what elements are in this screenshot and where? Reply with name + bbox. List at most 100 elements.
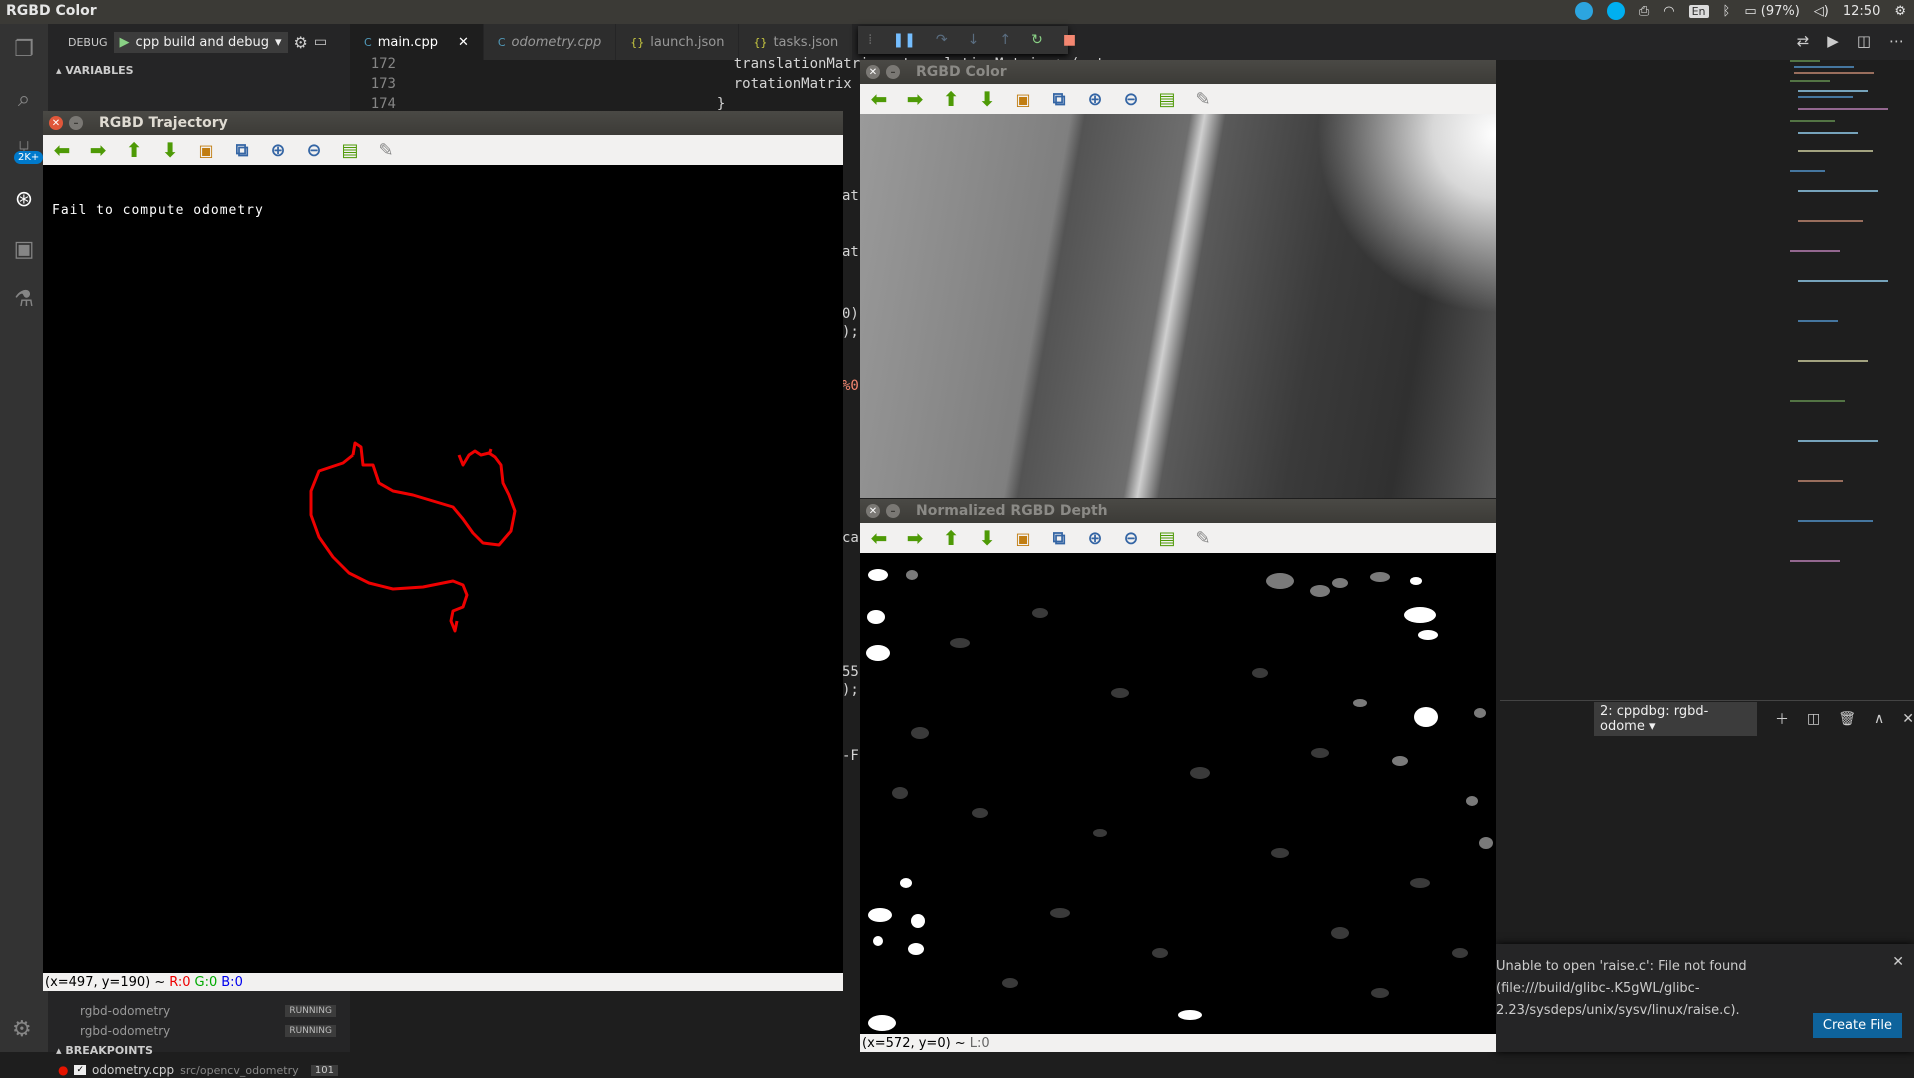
wifi-icon[interactable]: ◠ bbox=[1663, 4, 1674, 19]
split-terminal-icon[interactable]: ◫ bbox=[1807, 711, 1820, 727]
clock[interactable]: 12:50 bbox=[1843, 4, 1880, 19]
window-minimize-icon[interactable]: – bbox=[886, 504, 900, 518]
tab-tasks-json[interactable]: {} tasks.json bbox=[739, 24, 854, 60]
properties-icon[interactable]: ✎ bbox=[1190, 525, 1216, 551]
zoom-in-icon[interactable]: ⊕ bbox=[1082, 86, 1108, 112]
terminal-select[interactable]: 2: cppdbg: rgbd-odome ▾ bbox=[1594, 701, 1757, 736]
printer-icon[interactable]: ⎙ bbox=[1639, 4, 1649, 19]
stop-icon[interactable]: ■ bbox=[1063, 32, 1076, 48]
telegram-icon[interactable] bbox=[1574, 2, 1593, 20]
step-into-icon[interactable]: ↓ bbox=[968, 32, 980, 48]
line-number: 172 bbox=[370, 56, 396, 72]
pan-left-icon[interactable]: ⬅ bbox=[49, 137, 75, 163]
tab-odometry-cpp[interactable]: C odometry.cpp bbox=[483, 24, 617, 60]
pan-down-icon[interactable]: ⬇ bbox=[974, 86, 1000, 112]
window-titlebar[interactable]: ✕ – Normalized RGBD Depth bbox=[860, 499, 1496, 523]
zoom-out-icon[interactable]: ⊖ bbox=[1118, 86, 1144, 112]
close-icon[interactable]: ✕ bbox=[1892, 954, 1904, 970]
zoom-in-icon[interactable]: ⊕ bbox=[265, 137, 291, 163]
restart-icon[interactable]: ↻ bbox=[1031, 32, 1043, 48]
tab-launch-json[interactable]: {} launch.json bbox=[616, 24, 740, 60]
skype-icon[interactable] bbox=[1606, 2, 1625, 20]
trash-icon[interactable]: 🗑 bbox=[1838, 711, 1856, 727]
trajectory-window: ✕ – RGBD Trajectory ⬅ ➡ ⬆ ⬇ ▣ ⧉ ⊕ ⊖ ▤ ✎ … bbox=[43, 111, 843, 991]
pan-right-icon[interactable]: ➡ bbox=[85, 137, 111, 163]
power-gear-icon[interactable]: ⚙ bbox=[1894, 4, 1906, 19]
close-panel-icon[interactable]: ✕ bbox=[1902, 711, 1914, 727]
panel-titlebar: 2: cppdbg: rgbd-odome ▾ ＋ ◫ 🗑 ∧ ✕ bbox=[1500, 700, 1914, 736]
thread-name: rgbd-odometry bbox=[80, 1024, 171, 1038]
debug-toolbar: DEBUG ▶ cpp build and debug ▾ ⚙ ▭ bbox=[48, 24, 350, 60]
zoom-fit-icon[interactable]: ⧉ bbox=[1046, 86, 1072, 112]
zoom-original-icon[interactable]: ▣ bbox=[1010, 86, 1036, 112]
window-minimize-icon[interactable]: – bbox=[69, 116, 83, 130]
extensions-icon[interactable]: ▣ bbox=[0, 224, 48, 274]
zoom-out-icon[interactable]: ⊖ bbox=[301, 137, 327, 163]
debug-console-icon[interactable]: ▭ bbox=[314, 34, 327, 50]
thread-item[interactable]: rgbd-odometry RUNNING bbox=[48, 1004, 350, 1022]
variables-section-header[interactable]: ▴ VARIABLES bbox=[48, 60, 350, 81]
thread-status: RUNNING bbox=[285, 1025, 336, 1037]
compare-icon[interactable]: ⇄ bbox=[1797, 32, 1810, 50]
volume-icon[interactable]: ◁) bbox=[1814, 4, 1829, 19]
debug-config-select[interactable]: ▶ cpp build and debug ▾ bbox=[113, 31, 288, 53]
new-terminal-icon[interactable]: ＋ bbox=[1775, 709, 1789, 729]
search-icon[interactable]: ⌕ bbox=[0, 74, 48, 124]
properties-icon[interactable]: ✎ bbox=[373, 137, 399, 163]
pan-down-icon[interactable]: ⬇ bbox=[157, 137, 183, 163]
save-icon[interactable]: ▤ bbox=[1154, 86, 1180, 112]
settings-gear-icon[interactable]: ⚙ bbox=[12, 1017, 32, 1042]
step-over-icon[interactable]: ↷ bbox=[936, 32, 948, 48]
step-out-icon[interactable]: ↑ bbox=[999, 32, 1011, 48]
zoom-fit-icon[interactable]: ⧉ bbox=[1046, 525, 1072, 551]
battery-indicator[interactable]: ▭ (97%) bbox=[1744, 4, 1799, 19]
pan-up-icon[interactable]: ⬆ bbox=[938, 525, 964, 551]
pan-left-icon[interactable]: ⬅ bbox=[866, 86, 892, 112]
trajectory-canvas[interactable]: Fail to compute odometry bbox=[43, 165, 843, 973]
create-file-button[interactable]: Create File bbox=[1812, 1013, 1902, 1038]
zoom-original-icon[interactable]: ▣ bbox=[193, 137, 219, 163]
editor-minimap[interactable] bbox=[1780, 60, 1890, 620]
pause-icon[interactable]: ❚❚ bbox=[892, 32, 915, 48]
window-titlebar[interactable]: ✕ – RGBD Color bbox=[860, 60, 1496, 84]
explorer-icon[interactable]: ❐ bbox=[0, 24, 48, 74]
window-close-icon[interactable]: ✕ bbox=[866, 504, 880, 518]
maximize-panel-icon[interactable]: ∧ bbox=[1874, 711, 1884, 727]
pan-right-icon[interactable]: ➡ bbox=[902, 525, 928, 551]
start-debug-icon[interactable]: ▶ bbox=[120, 35, 130, 50]
zoom-original-icon[interactable]: ▣ bbox=[1010, 525, 1036, 551]
pan-up-icon[interactable]: ⬆ bbox=[121, 137, 147, 163]
depth-image[interactable] bbox=[860, 553, 1496, 1034]
window-minimize-icon[interactable]: – bbox=[886, 65, 900, 79]
window-close-icon[interactable]: ✕ bbox=[866, 65, 880, 79]
drag-handle-icon[interactable]: ⁞ bbox=[868, 32, 872, 48]
keyboard-layout-indicator[interactable]: En bbox=[1688, 4, 1709, 18]
tab-main-cpp[interactable]: C main.cpp ✕ bbox=[350, 24, 484, 60]
pan-right-icon[interactable]: ➡ bbox=[902, 86, 928, 112]
pan-left-icon[interactable]: ⬅ bbox=[866, 525, 892, 551]
window-titlebar[interactable]: ✕ – RGBD Trajectory bbox=[43, 111, 843, 135]
save-icon[interactable]: ▤ bbox=[1154, 525, 1180, 551]
color-camera-image[interactable] bbox=[860, 114, 1496, 498]
zoom-in-icon[interactable]: ⊕ bbox=[1082, 525, 1108, 551]
bluetooth-icon[interactable]: ᛒ bbox=[1723, 4, 1731, 19]
save-icon[interactable]: ▤ bbox=[337, 137, 363, 163]
pan-up-icon[interactable]: ⬆ bbox=[938, 86, 964, 112]
close-icon[interactable]: ✕ bbox=[458, 35, 469, 50]
pan-down-icon[interactable]: ⬇ bbox=[974, 525, 1000, 551]
zoom-fit-icon[interactable]: ⧉ bbox=[229, 137, 255, 163]
more-icon[interactable]: ⋯ bbox=[1889, 32, 1904, 50]
zoom-out-icon[interactable]: ⊖ bbox=[1118, 525, 1144, 551]
run-icon[interactable]: ▶ bbox=[1827, 32, 1839, 50]
window-close-icon[interactable]: ✕ bbox=[49, 116, 63, 130]
split-editor-icon[interactable]: ◫ bbox=[1857, 32, 1871, 50]
properties-icon[interactable]: ✎ bbox=[1190, 86, 1216, 112]
breakpoint-checkbox[interactable]: ✓ bbox=[74, 1065, 87, 1075]
line-number: 174 bbox=[370, 96, 396, 112]
source-control-icon[interactable]: ⑂ bbox=[0, 124, 48, 174]
debug-settings-gear-icon[interactable]: ⚙ bbox=[294, 33, 308, 52]
test-flask-icon[interactable]: ⚗ bbox=[0, 274, 48, 324]
breakpoints-section-header[interactable]: ▴ BREAKPOINTS bbox=[48, 1040, 161, 1061]
breakpoint-item[interactable]: ● ✓ odometry.cpp src/opencv_odometry 101 bbox=[48, 1062, 350, 1078]
debug-icon[interactable]: ⊛ bbox=[0, 174, 48, 224]
